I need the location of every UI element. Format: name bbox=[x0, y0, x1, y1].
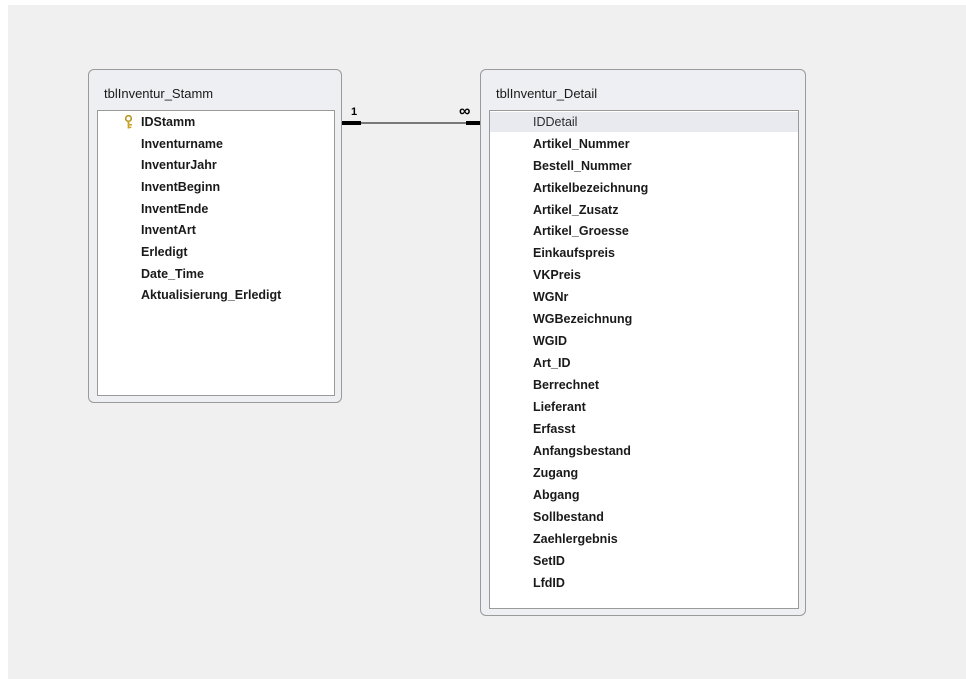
field-label: Inventurname bbox=[141, 137, 223, 151]
field-label: WGID bbox=[533, 334, 568, 348]
field-row[interactable]: Erledigt bbox=[98, 242, 334, 262]
relationship-canvas: tblInventur_Stamm IDStamm Inventurname I… bbox=[8, 5, 966, 679]
many-side-label: ∞ bbox=[459, 103, 471, 120]
field-label: Artikel_Groesse bbox=[533, 224, 629, 238]
field-row[interactable]: Artikelbezeichnung bbox=[490, 178, 798, 198]
field-label: Einkaufspreis bbox=[533, 246, 615, 260]
field-label: WGNr bbox=[533, 290, 569, 304]
table-tblinventur-detail[interactable]: tblInventur_Detail IDDetail Artikel_Numm… bbox=[480, 69, 806, 616]
field-label: InventEnde bbox=[141, 202, 209, 216]
field-row[interactable]: SetID bbox=[490, 551, 798, 571]
field-label: Sollbestand bbox=[533, 510, 604, 524]
field-row[interactable]: Art_ID bbox=[490, 353, 798, 373]
table-title[interactable]: tblInventur_Stamm bbox=[104, 86, 213, 101]
field-label: Artikel_Zusatz bbox=[533, 203, 619, 217]
field-row[interactable]: Sollbestand bbox=[490, 507, 798, 527]
field-label: Artikel_Nummer bbox=[533, 137, 630, 151]
field-label: Erfasst bbox=[533, 422, 576, 436]
field-label: Erledigt bbox=[141, 245, 188, 259]
field-label: Date_Time bbox=[141, 267, 204, 281]
field-row[interactable]: InventEnde bbox=[98, 199, 334, 219]
field-label: SetID bbox=[533, 554, 565, 568]
field-row[interactable]: LfdID bbox=[490, 573, 798, 593]
field-label: Lieferant bbox=[533, 400, 586, 414]
field-row[interactable]: Einkaufspreis bbox=[490, 243, 798, 263]
field-label: LfdID bbox=[533, 576, 565, 590]
field-list[interactable]: IDDetail Artikel_Nummer Bestell_Nummer A… bbox=[489, 110, 799, 609]
field-row[interactable]: Date_Time bbox=[98, 264, 334, 284]
field-label: InventArt bbox=[141, 223, 196, 237]
field-row[interactable]: Berrechnet bbox=[490, 375, 798, 395]
field-list[interactable]: IDStamm Inventurname InventurJahr Invent… bbox=[97, 110, 335, 396]
field-row[interactable]: Anfangsbestand bbox=[490, 441, 798, 461]
field-label: InventBeginn bbox=[141, 180, 221, 194]
field-row[interactable]: WGNr bbox=[490, 287, 798, 307]
table-title[interactable]: tblInventur_Detail bbox=[496, 86, 597, 101]
key-icon bbox=[124, 115, 133, 129]
field-label: Artikelbezeichnung bbox=[533, 181, 649, 195]
field-label: IDDetail bbox=[533, 115, 578, 129]
field-row[interactable]: Lieferant bbox=[490, 397, 798, 417]
field-row[interactable]: WGID bbox=[490, 331, 798, 351]
field-row[interactable]: Abgang bbox=[490, 485, 798, 505]
field-label: Berrechnet bbox=[533, 378, 599, 392]
field-label: Zaehlergebnis bbox=[533, 532, 618, 546]
field-label: InventurJahr bbox=[141, 158, 217, 172]
field-row[interactable]: Artikel_Groesse bbox=[490, 221, 798, 241]
one-side-label: 1 bbox=[351, 106, 358, 118]
field-label: Bestell_Nummer bbox=[533, 159, 632, 173]
field-label: WGBezeichnung bbox=[533, 312, 633, 326]
field-row-selected[interactable]: IDDetail bbox=[490, 112, 798, 132]
field-row[interactable]: InventBeginn bbox=[98, 177, 334, 197]
field-label: IDStamm bbox=[141, 115, 196, 129]
field-label: Anfangsbestand bbox=[533, 444, 631, 458]
field-row[interactable]: WGBezeichnung bbox=[490, 309, 798, 329]
field-row[interactable]: Artikel_Nummer bbox=[490, 134, 798, 154]
field-row[interactable]: Bestell_Nummer bbox=[490, 156, 798, 176]
field-label: VKPreis bbox=[533, 268, 581, 282]
field-row[interactable]: Zaehlergebnis bbox=[490, 529, 798, 549]
field-row[interactable]: Aktualisierung_Erledigt bbox=[98, 285, 334, 305]
field-row[interactable]: InventurJahr bbox=[98, 155, 334, 175]
field-row[interactable]: Erfasst bbox=[490, 419, 798, 439]
field-row[interactable]: InventArt bbox=[98, 220, 334, 240]
field-label: Zugang bbox=[533, 466, 579, 480]
field-row[interactable]: VKPreis bbox=[490, 265, 798, 285]
field-row[interactable]: Inventurname bbox=[98, 134, 334, 154]
field-row[interactable]: IDStamm bbox=[98, 112, 334, 132]
field-row[interactable]: Artikel_Zusatz bbox=[490, 200, 798, 220]
field-label: Aktualisierung_Erledigt bbox=[141, 288, 282, 302]
field-row[interactable]: Zugang bbox=[490, 463, 798, 483]
field-label: Art_ID bbox=[533, 356, 571, 370]
table-tblinventur-stamm[interactable]: tblInventur_Stamm IDStamm Inventurname I… bbox=[88, 69, 342, 403]
field-label: Abgang bbox=[533, 488, 580, 502]
